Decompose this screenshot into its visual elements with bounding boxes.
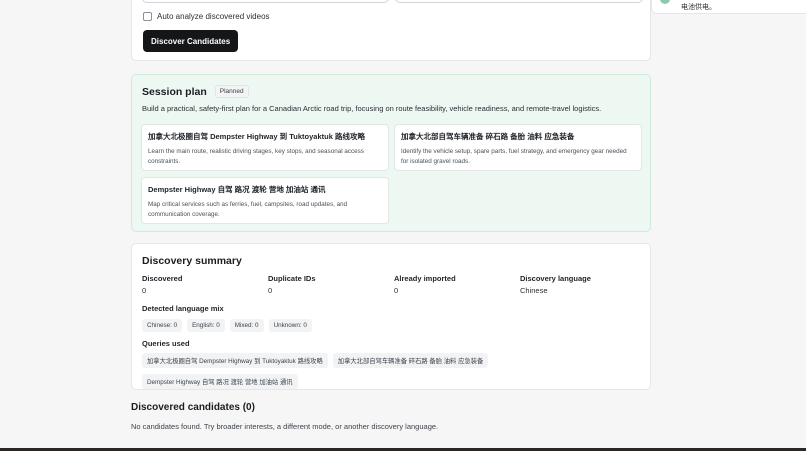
language-chip: English: 0 [187,319,225,332]
plan-item: Dempster Highway 自驾 路况 渡轮 营地 加油站 通讯 Map … [141,177,389,224]
stat-value: Chinese [520,286,548,295]
query-chip: 加拿大北部自驾车辆准备 碎石路 备胎 油料 应急装备 [332,353,489,368]
plan-item-title: 加拿大北极圈自驾 Dempster Highway 到 Tuktoyaktuk … [148,132,365,141]
language-mix-chips: Chinese: 0 English: 0 Mixed: 0 Unknown: … [142,319,612,332]
query-chip: Dempster Highway 自驾 路况 渡轮 营地 加油站 通讯 [142,374,298,389]
discovery-summary-title: Discovery summary [142,255,242,267]
notification-toast: 电池供电。 [651,0,806,14]
language-chip: Chinese: 0 [142,319,183,332]
stat-already-imported: Already imported 0 [394,274,456,295]
stat-value: 0 [268,286,273,295]
discover-candidates-button[interactable]: Discover Candidates [143,30,239,52]
query-chip: 加拿大北极圈自驾 Dempster Highway 到 Tuktoyaktuk … [142,353,328,368]
stat-duplicate-ids: Duplicate IDs 0 [268,274,316,295]
empty-state-message: No candidates found. Try broader interes… [131,422,439,431]
interests-input[interactable] [142,0,389,3]
language-chip: Mixed: 0 [229,319,264,332]
session-plan-title: Session plan [142,85,207,98]
stat-discovery-language: Discovery language Chinese [520,274,591,295]
toast-text: 电池供电。 [681,4,716,11]
auto-analyze-checkbox[interactable] [143,12,152,21]
queries-chips: 加拿大北极圈自驾 Dempster Highway 到 Tuktoyaktuk … [142,353,612,389]
discovered-candidates-title: Discovered candidates (0) [131,402,255,413]
plan-item: 加拿大北极圈自驾 Dempster Highway 到 Tuktoyaktuk … [141,124,389,171]
mode-select[interactable] [395,0,643,3]
session-plan-description: Build a practical, safety-first plan for… [142,104,602,113]
plan-item-description: Learn the main route, realistic driving … [148,148,364,165]
session-plan-header: Session plan Planned [142,85,249,98]
toast-avatar-icon [660,0,670,4]
plan-item-description: Identify the vehicle setup, spare parts,… [401,148,627,165]
queries-used-label: Queries used [142,339,190,348]
auto-analyze-row[interactable]: Auto analyze discovered videos [143,12,270,21]
stat-label: Duplicate IDs [268,274,316,283]
stat-label: Already imported [394,274,456,283]
stat-value: 0 [142,286,147,295]
discovery-summary-card: Discovery summary Discovered 0 Duplicate… [131,243,651,390]
plan-item-title: Dempster Highway 自驾 路况 渡轮 营地 加油站 通讯 [148,185,326,194]
stat-label: Discovery language [520,274,591,283]
stat-label: Discovered [142,274,183,283]
auto-analyze-label: Auto analyze discovered videos [157,12,270,21]
language-mix-label: Detected language mix [142,304,224,313]
plan-item: 加拿大北部自驾车辆准备 碎石路 备胎 油料 应急装备 Identify the … [394,124,642,171]
plan-item-title: 加拿大北部自驾车辆准备 碎石路 备胎 油料 应急装备 [401,132,575,141]
session-plan-card: Session plan Planned Build a practical, … [131,74,651,232]
status-badge: Planned [214,85,249,98]
plan-item-description: Map critical services such as ferries, f… [148,201,348,218]
language-chip: Unknown: 0 [268,319,312,332]
stat-value: 0 [394,286,399,295]
discover-form-card: Auto analyze discovered videos Discover … [131,0,651,61]
stat-discovered: Discovered 0 [142,274,182,295]
